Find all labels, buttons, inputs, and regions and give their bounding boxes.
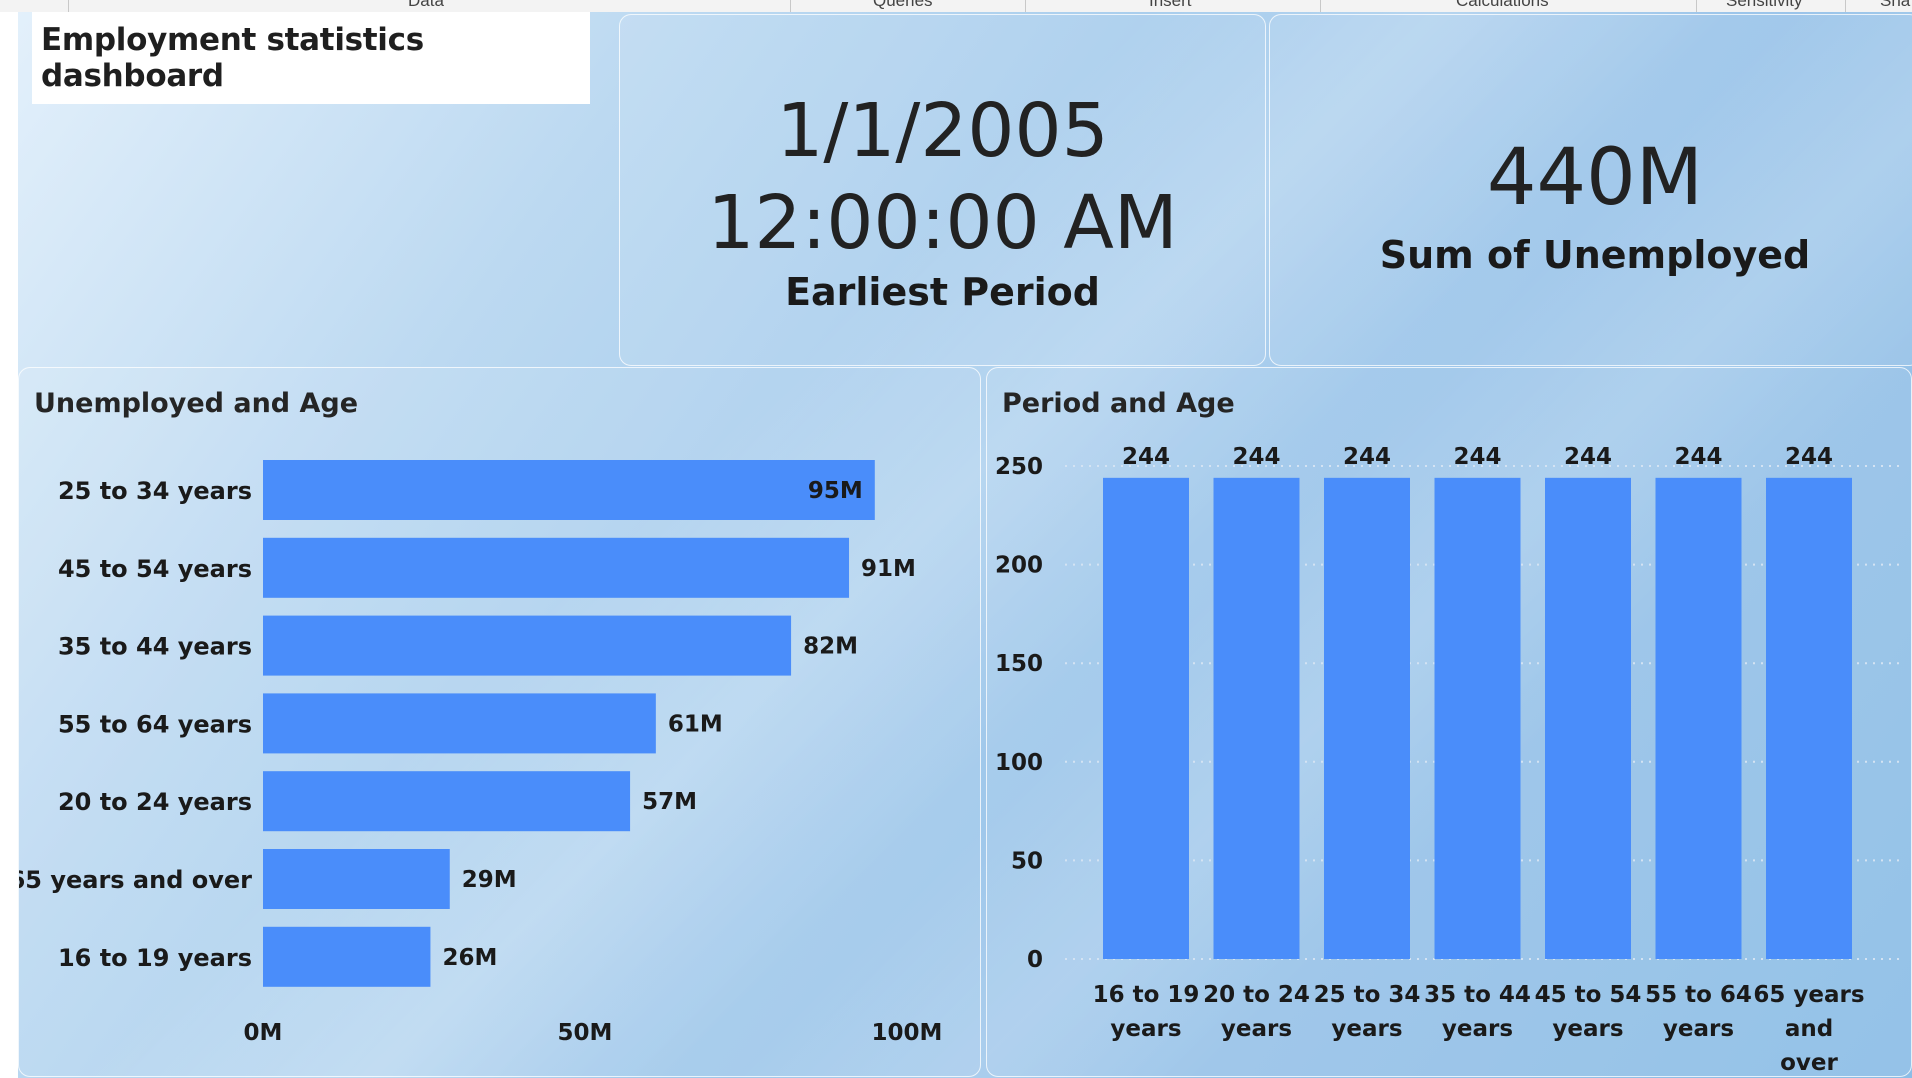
- column-bar: [1213, 477, 1300, 959]
- x-tick-label: 50M: [558, 1020, 613, 1046]
- ribbon-separator: [1696, 0, 1697, 12]
- x-tick-label: 100M: [872, 1020, 943, 1046]
- category-label: 45 to 54: [1535, 982, 1642, 1008]
- y-tick-label: 0: [1027, 947, 1043, 973]
- unemployed-age-chart-card[interactable]: Unemployed and Age 25 to 34 years 95M 45 t…: [18, 367, 981, 1077]
- category-label: 55 to 64: [1645, 982, 1752, 1008]
- ribbon-group-insert[interactable]: Insert: [1149, 0, 1192, 11]
- data-label: 244: [1122, 444, 1170, 470]
- bar: [263, 771, 631, 832]
- category-label: 45 to 54 years: [58, 555, 252, 583]
- category-label: 65 years: [1753, 982, 1864, 1008]
- category-label: years: [1331, 1016, 1402, 1042]
- earliest-period-card[interactable]: 1/1/2005 12:00:00 AM Earliest Period: [619, 14, 1266, 366]
- kpi-unemployed-label: Sum of Unemployed: [1379, 233, 1811, 277]
- kpi-unemployed-value: 440M: [1486, 133, 1704, 223]
- data-label: 95M: [808, 478, 863, 504]
- category-label: years: [1442, 1016, 1513, 1042]
- data-label: 244: [1785, 444, 1833, 470]
- bar: [263, 849, 450, 909]
- data-label: 244: [1674, 444, 1722, 470]
- bar: [263, 460, 875, 520]
- kpi-period-label: Earliest Period: [785, 270, 1100, 314]
- category-label: years: [1663, 1016, 1734, 1042]
- bar: [263, 615, 792, 676]
- category-label: 55 to 64 years: [58, 710, 252, 738]
- unemployed-age-bar-chart: 25 to 34 years 95M 45 to 54 years 91M 35 to …: [19, 460, 943, 1046]
- category-label: 20 to 24 years: [58, 788, 252, 816]
- data-label: 244: [1343, 444, 1391, 470]
- bar: [263, 537, 850, 598]
- category-label: 16 to 19: [1093, 982, 1200, 1008]
- ribbon-group-sensitivity[interactable]: Sensitivity: [1726, 0, 1803, 11]
- data-label: 61M: [668, 711, 723, 737]
- data-label: 244: [1564, 444, 1612, 470]
- column-bar: [1545, 477, 1631, 959]
- category-label: 35 to 44 years: [58, 633, 252, 661]
- category-label: 25 to 34: [1314, 982, 1421, 1008]
- data-label: 26M: [442, 945, 497, 971]
- kpi-period-time: 12:00:00 AM: [707, 180, 1178, 266]
- y-tick-label: 250: [995, 454, 1043, 480]
- category-label: 25 to 34 years: [58, 477, 252, 505]
- category-label: 16 to 19 years: [58, 944, 252, 972]
- dashboard-title: Employment statistics dashboard: [41, 22, 424, 94]
- column-bar: [1434, 477, 1521, 959]
- category-label: years: [1552, 1016, 1623, 1042]
- kpi-period-date: 1/1/2005: [776, 88, 1109, 174]
- ribbon-group-share[interactable]: Sha: [1880, 0, 1910, 11]
- data-label: 57M: [642, 789, 697, 815]
- y-tick-label: 50: [1011, 848, 1043, 874]
- bar: [263, 693, 656, 754]
- bar: [263, 926, 431, 987]
- category-label: 65 years and over: [19, 866, 252, 894]
- dashboard-title-box[interactable]: Employment statistics dashboard: [32, 12, 590, 104]
- category-label: over: [1780, 1050, 1838, 1072]
- data-label: 82M: [803, 634, 858, 660]
- data-label: 244: [1232, 444, 1280, 470]
- ribbon-separator: [1845, 0, 1846, 12]
- column-bar: [1324, 477, 1410, 959]
- sum-unemployed-card[interactable]: 440M Sum of Unemployed: [1269, 14, 1912, 366]
- category-label: years: [1221, 1016, 1292, 1042]
- y-tick-label: 100: [995, 750, 1043, 776]
- data-label: 91M: [861, 556, 916, 582]
- category-label: years: [1110, 1016, 1181, 1042]
- column-bar: [1655, 477, 1742, 959]
- category-label: and: [1785, 1016, 1833, 1042]
- category-label: 20 to 24: [1203, 982, 1310, 1008]
- data-label: 29M: [462, 867, 517, 893]
- column-bar: [1766, 477, 1852, 959]
- ribbon-group-calculations[interactable]: Calculations: [1456, 0, 1549, 11]
- data-label: 244: [1453, 444, 1501, 470]
- period-age-column-chart: 0 50 100 150 200 250 244 16 to 19 years 244 20 to …: [995, 444, 1905, 1072]
- report-canvas: Employment statistics dashboard 1/1/2005…: [18, 12, 1912, 1078]
- category-label: 35 to 44: [1424, 982, 1531, 1008]
- ribbon-separator: [68, 0, 69, 12]
- period-age-chart-card[interactable]: Period and Age 0 50 100 150 200 250 244 16 to 1…: [986, 367, 1912, 1077]
- ribbon-separator: [790, 0, 791, 12]
- ribbon-separator: [1025, 0, 1026, 12]
- ribbon-group-data[interactable]: Data: [408, 0, 444, 11]
- ribbon-group-queries[interactable]: Queries: [873, 0, 933, 11]
- y-tick-label: 200: [995, 553, 1043, 579]
- ribbon-separator: [1320, 0, 1321, 12]
- left-margin: [0, 12, 18, 1078]
- column-bar: [1103, 477, 1189, 959]
- x-tick-label: 0M: [244, 1020, 283, 1046]
- y-tick-label: 150: [995, 651, 1043, 677]
